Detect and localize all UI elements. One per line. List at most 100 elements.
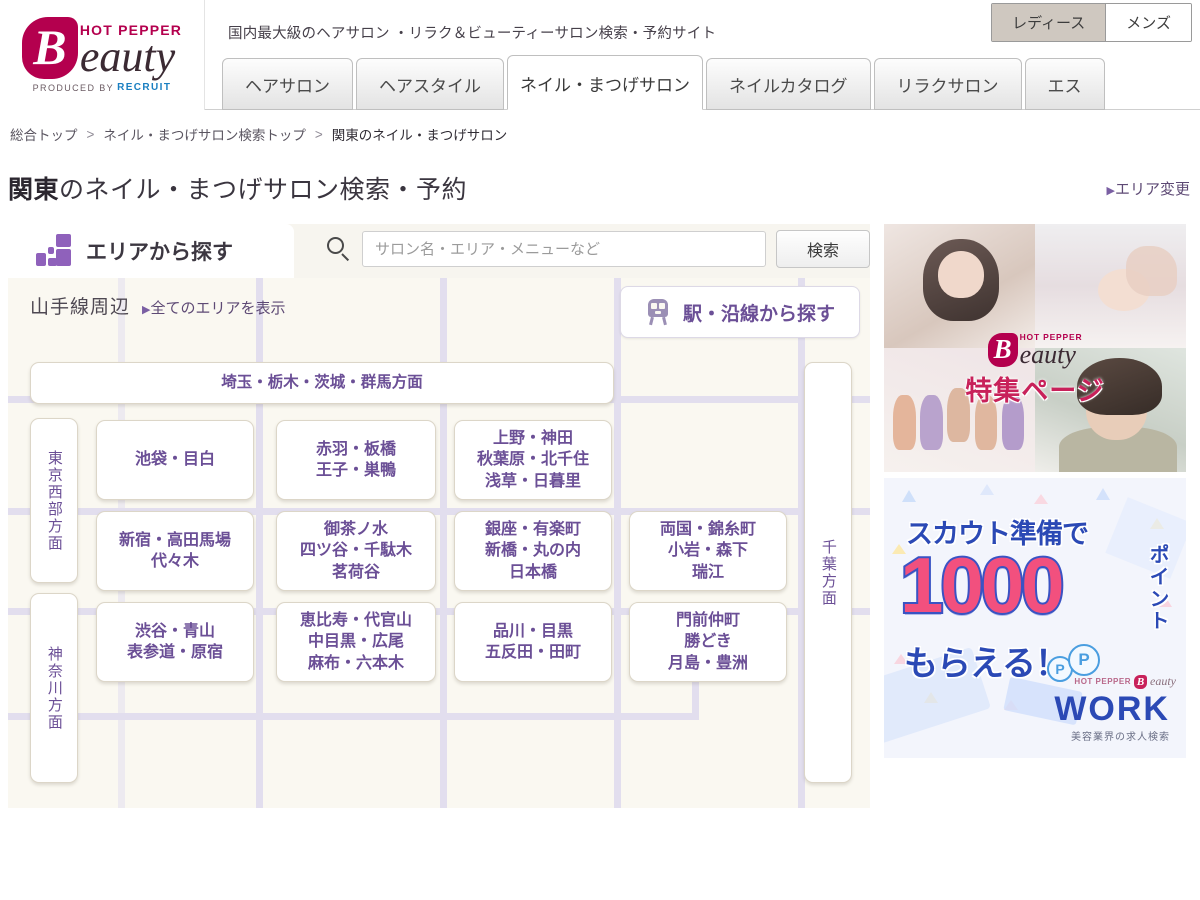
area-change-link[interactable]: ▶エリア変更 — [1107, 178, 1190, 199]
area-button-line: 渋谷・青山 — [134, 622, 215, 640]
breadcrumb-separator: > — [86, 126, 95, 142]
gender-toggle[interactable]: レディース メンズ — [991, 3, 1192, 42]
banner-work-logo: HOT PEPPER B eauty — [1074, 674, 1176, 689]
area-button-line: 表参道・原宿 — [126, 644, 223, 661]
recruit-logo-text: RECRUIT — [117, 82, 172, 93]
area-button-akabane-itabashi[interactable]: 赤羽・板橋 王子・巣鴨 — [276, 420, 436, 500]
station-line-search-button[interactable]: 駅・沿線から探す — [620, 286, 860, 338]
area-button-ueno-kanda[interactable]: 上野・神田 秋葉原・北千住 浅草・日暮里 — [454, 420, 612, 500]
area-button-line: 王子・巣鴨 — [315, 462, 396, 479]
area-button-line: 上野・神田 — [492, 430, 573, 448]
triangle-right-icon: ▶ — [1106, 185, 1115, 197]
area-button-line: 恵比寿・代官山 — [299, 612, 412, 630]
logo-produced-by: PRODUCED BY RECRUIT — [33, 82, 172, 93]
banner-work-logo-b: B — [1134, 674, 1147, 689]
area-button-line: 浅草・日暮里 — [484, 472, 581, 490]
nav-tab-esthetic[interactable]: エス — [1024, 58, 1105, 110]
area-button-tokyo-west[interactable]: 東京西部方面 — [30, 418, 78, 583]
gender-toggle-mens[interactable]: メンズ — [1105, 4, 1191, 41]
nav-tab-hair-style[interactable]: ヘアスタイル — [356, 58, 504, 110]
banner-headline: 特集ページ — [965, 376, 1105, 407]
banner-logo: B HOT PEPPER eauty — [987, 333, 1083, 368]
site-header: B HOT PEPPER eauty PRODUCED BY RECRUIT 国… — [0, 0, 1200, 110]
area-button-shinjuku-takadanobaba[interactable]: 新宿・高田馬場 代々木 — [96, 511, 254, 591]
area-map-panel: 山手線周辺 ▶全てのエリアを表示 駅・沿線から探す 埼玉・栃木・茨城・群馬方面 … — [8, 278, 870, 808]
page-title: 関東のネイル・まつげサロン検索・予約 — [8, 170, 1200, 206]
area-subsection-header: 山手線周辺 ▶全てのエリアを表示 — [30, 292, 286, 319]
area-button-ryogoku-kinshicho[interactable]: 両国・錦糸町 小岩・森下 瑞江 — [629, 511, 787, 591]
nav-tab-relax-salon[interactable]: リラクサロン — [873, 58, 1022, 110]
grid-icon — [36, 234, 74, 268]
search-input[interactable] — [362, 231, 766, 267]
page-title-region: 関東 — [8, 176, 60, 204]
area-button-shinagawa-meguro[interactable]: 品川・目黒 五反田・田町 — [454, 602, 612, 682]
gender-toggle-ladies[interactable]: レディース — [992, 4, 1106, 41]
area-button-line: 銀座・有楽町 — [484, 521, 581, 539]
banner-work-points-number: 1000 — [898, 541, 1067, 629]
area-panel-header-tab: エリアから探す — [8, 224, 294, 278]
area-button-line: 代々木 — [150, 553, 199, 570]
nav-tab-hair-salon[interactable]: ヘアサロン — [222, 58, 353, 110]
site-tagline: 国内最大級のヘアサロン ・リラク＆ビューティーサロン検索・予約サイト — [228, 26, 717, 42]
search-icon — [326, 236, 352, 262]
point-coin-icon: P — [1068, 644, 1100, 676]
banner-photo-woman-hair — [884, 224, 1035, 348]
breadcrumb-item-top[interactable]: 総合トップ — [10, 124, 78, 144]
banner-work-logo-eauty: eauty — [1150, 674, 1176, 688]
area-button-line: 四ツ谷・千駄木 — [299, 542, 412, 560]
area-button-line: 池袋・目白 — [134, 451, 215, 469]
banner-work-subtitle: 美容業界の求人検索 — [1071, 732, 1170, 743]
area-button-line: 秋葉原・北千住 — [476, 451, 589, 469]
breadcrumb-item-current: 関東のネイル・まつげサロン — [331, 128, 508, 143]
search-button[interactable]: 検索 — [776, 230, 870, 268]
area-button-ochanomizu-yotsuya[interactable]: 御茶ノ水 四ツ谷・千駄木 茗荷谷 — [276, 511, 436, 591]
area-button-line: 新宿・高田馬場 — [118, 531, 231, 549]
area-search-column: エリアから探す 検索 — [8, 224, 870, 808]
sidebar-banners: B HOT PEPPER eauty 特集ページ スカウト準備で 1000 ポイ… — [884, 224, 1186, 808]
area-button-saitama-tochigi-ibaraki-gunma[interactable]: 埼玉・栃木・茨城・群馬方面 — [30, 362, 614, 404]
banner-logo-b: B — [987, 333, 1018, 368]
area-button-ginza-yurakucho[interactable]: 銀座・有楽町 新橋・丸の内 日本橋 — [454, 511, 612, 591]
banner-work-logo-hotpepper: HOT PEPPER — [1074, 677, 1131, 686]
area-button-line: 新橋・丸の内 — [484, 542, 581, 560]
banner-work-title: WORK — [1054, 690, 1170, 728]
area-button-line: 瑞江 — [691, 563, 724, 581]
area-button-line: 日本橋 — [508, 563, 557, 581]
station-line-search-label: 駅・沿線から探す — [682, 303, 835, 325]
search-bar: 検索 — [326, 230, 870, 268]
area-button-line: 茗荷谷 — [331, 563, 380, 581]
area-panel-header: エリアから探す 検索 — [8, 224, 870, 278]
area-button-line: 勝どき — [684, 633, 732, 651]
main-content-row: エリアから探す 検索 — [0, 224, 1200, 808]
breadcrumb-separator: > — [314, 126, 323, 142]
beauty-work-banner[interactable]: スカウト準備で 1000 ポイント もらえる！ P P HOT PEPPER B… — [884, 478, 1186, 758]
area-button-line: 麻布・六本木 — [307, 654, 404, 672]
breadcrumb-item-nail-search-top[interactable]: ネイル・まつげサロン検索トップ — [103, 124, 306, 144]
logo-b-letter: B — [21, 17, 78, 79]
banner-work-points-label: ポイント — [1146, 544, 1168, 632]
area-button-kanagawa[interactable]: 神奈川方面 — [30, 593, 78, 783]
area-change-label: エリア変更 — [1114, 181, 1190, 198]
page-title-rest: のネイル・まつげサロン検索・予約 — [59, 176, 468, 204]
area-button-monzennakacho-kachidoki[interactable]: 門前仲町 勝どき 月島・豊洲 — [629, 602, 787, 682]
area-button-line: 中目黒・広尾 — [307, 633, 404, 651]
banner-overlay-text: B HOT PEPPER eauty 特集ページ — [884, 333, 1186, 408]
yamanote-area-title: 山手線周辺 — [30, 297, 131, 318]
logo-mark: B HOT PEPPER eauty — [21, 17, 182, 79]
primary-nav-tabs[interactable]: ヘアサロン ヘアスタイル ネイル・まつげサロン ネイルカタログ リラクサロン エ… — [222, 55, 1105, 110]
site-logo[interactable]: B HOT PEPPER eauty PRODUCED BY RECRUIT — [0, 0, 205, 110]
area-button-ikebukuro-mejiro[interactable]: 池袋・目白 — [96, 420, 254, 500]
show-all-areas-link[interactable]: ▶全てのエリアを表示 — [142, 297, 285, 318]
area-button-line: 両国・錦糸町 — [659, 521, 756, 539]
breadcrumb: 総合トップ > ネイル・まつげサロン検索トップ > 関東のネイル・まつげサロン — [0, 110, 1200, 144]
area-button-line: 品川・目黒 — [492, 622, 573, 640]
nav-tab-nail-catalog[interactable]: ネイルカタログ — [706, 58, 871, 110]
area-button-shibuya-aoyama[interactable]: 渋谷・青山 表参道・原宿 — [96, 602, 254, 682]
area-button-chiba[interactable]: 千葉方面 — [804, 362, 852, 783]
area-button-ebisu-daikanyama[interactable]: 恵比寿・代官山 中目黒・広尾 麻布・六本木 — [276, 602, 436, 682]
banner-photo-facial — [1035, 224, 1186, 348]
page-title-row: 関東のネイル・まつげサロン検索・予約 ▶エリア変更 — [8, 170, 1200, 210]
area-button-line: 五反田・田町 — [484, 644, 581, 661]
nav-tab-nail-eyelash-salon[interactable]: ネイル・まつげサロン — [507, 55, 703, 110]
feature-page-banner[interactable]: B HOT PEPPER eauty 特集ページ — [884, 224, 1186, 472]
